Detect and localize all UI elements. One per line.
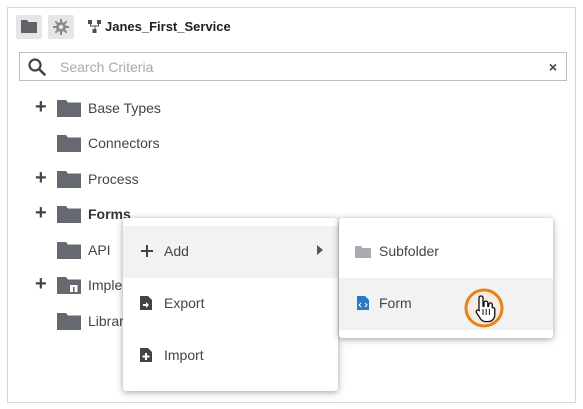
submenu-item-form[interactable]: Form [339,278,553,330]
context-menu: Add Export Import [123,218,338,391]
tree-item-connectors[interactable]: Connectors [35,132,215,154]
hand-cursor-icon [464,288,504,328]
settings-button[interactable] [48,15,74,39]
tree-item-label: Process [88,171,139,187]
menu-item-label: Import [164,347,204,363]
tree-item-implementation[interactable]: + Imple [35,274,125,296]
folder-icon [57,100,81,117]
menu-item-label: Add [164,243,189,259]
folder-icon [57,171,81,188]
tree-item-label: Imple [88,277,123,293]
expand-icon[interactable]: + [35,274,47,294]
folder-icon [21,20,37,33]
expand-icon[interactable]: + [35,97,47,117]
folder-icon [57,313,81,330]
expand-icon[interactable]: + [35,168,47,188]
menu-item-import[interactable]: Import [123,330,338,382]
import-file-icon [140,348,152,362]
folder-icon [355,246,371,258]
tree-item-label: Connectors [88,135,160,151]
tree-item-api[interactable]: API [35,239,125,261]
menu-item-label: Subfolder [379,243,439,259]
menu-item-export[interactable]: Export [123,278,338,330]
tree-item-process[interactable]: + Process [35,168,215,190]
menu-item-label: Form [379,295,412,311]
submenu-item-subfolder[interactable]: Subfolder [339,226,553,278]
implementation-folder-icon [57,277,81,294]
search-icon [28,58,46,76]
search-input[interactable] [60,57,520,77]
chevron-right-icon [317,245,323,255]
folder-icon [57,206,81,223]
tree-item-library[interactable]: Librar [35,310,125,332]
add-submenu: Subfolder Form [339,218,553,338]
folder-icon [57,135,81,152]
explorer-toolbar: Janes_First_Service [8,8,575,46]
menu-item-add[interactable]: Add [123,226,338,278]
expand-icon[interactable]: + [35,203,47,223]
search-bar: × [19,52,567,81]
form-file-icon [357,296,369,310]
menu-item-label: Export [164,295,205,311]
service-title: Janes_First_Service [105,19,231,34]
export-file-icon [140,296,152,310]
tree-item-label: API [88,242,111,258]
gear-icon [53,19,69,35]
service-icon [88,20,101,33]
folder-view-button[interactable] [16,15,42,39]
plus-icon [141,245,153,257]
tree-item-label: Librar [88,313,124,329]
tree-item-base-types[interactable]: + Base Types [35,97,215,119]
folder-icon [57,242,81,259]
clear-search-icon[interactable]: × [549,59,557,75]
tree-item-label: Base Types [88,100,161,116]
